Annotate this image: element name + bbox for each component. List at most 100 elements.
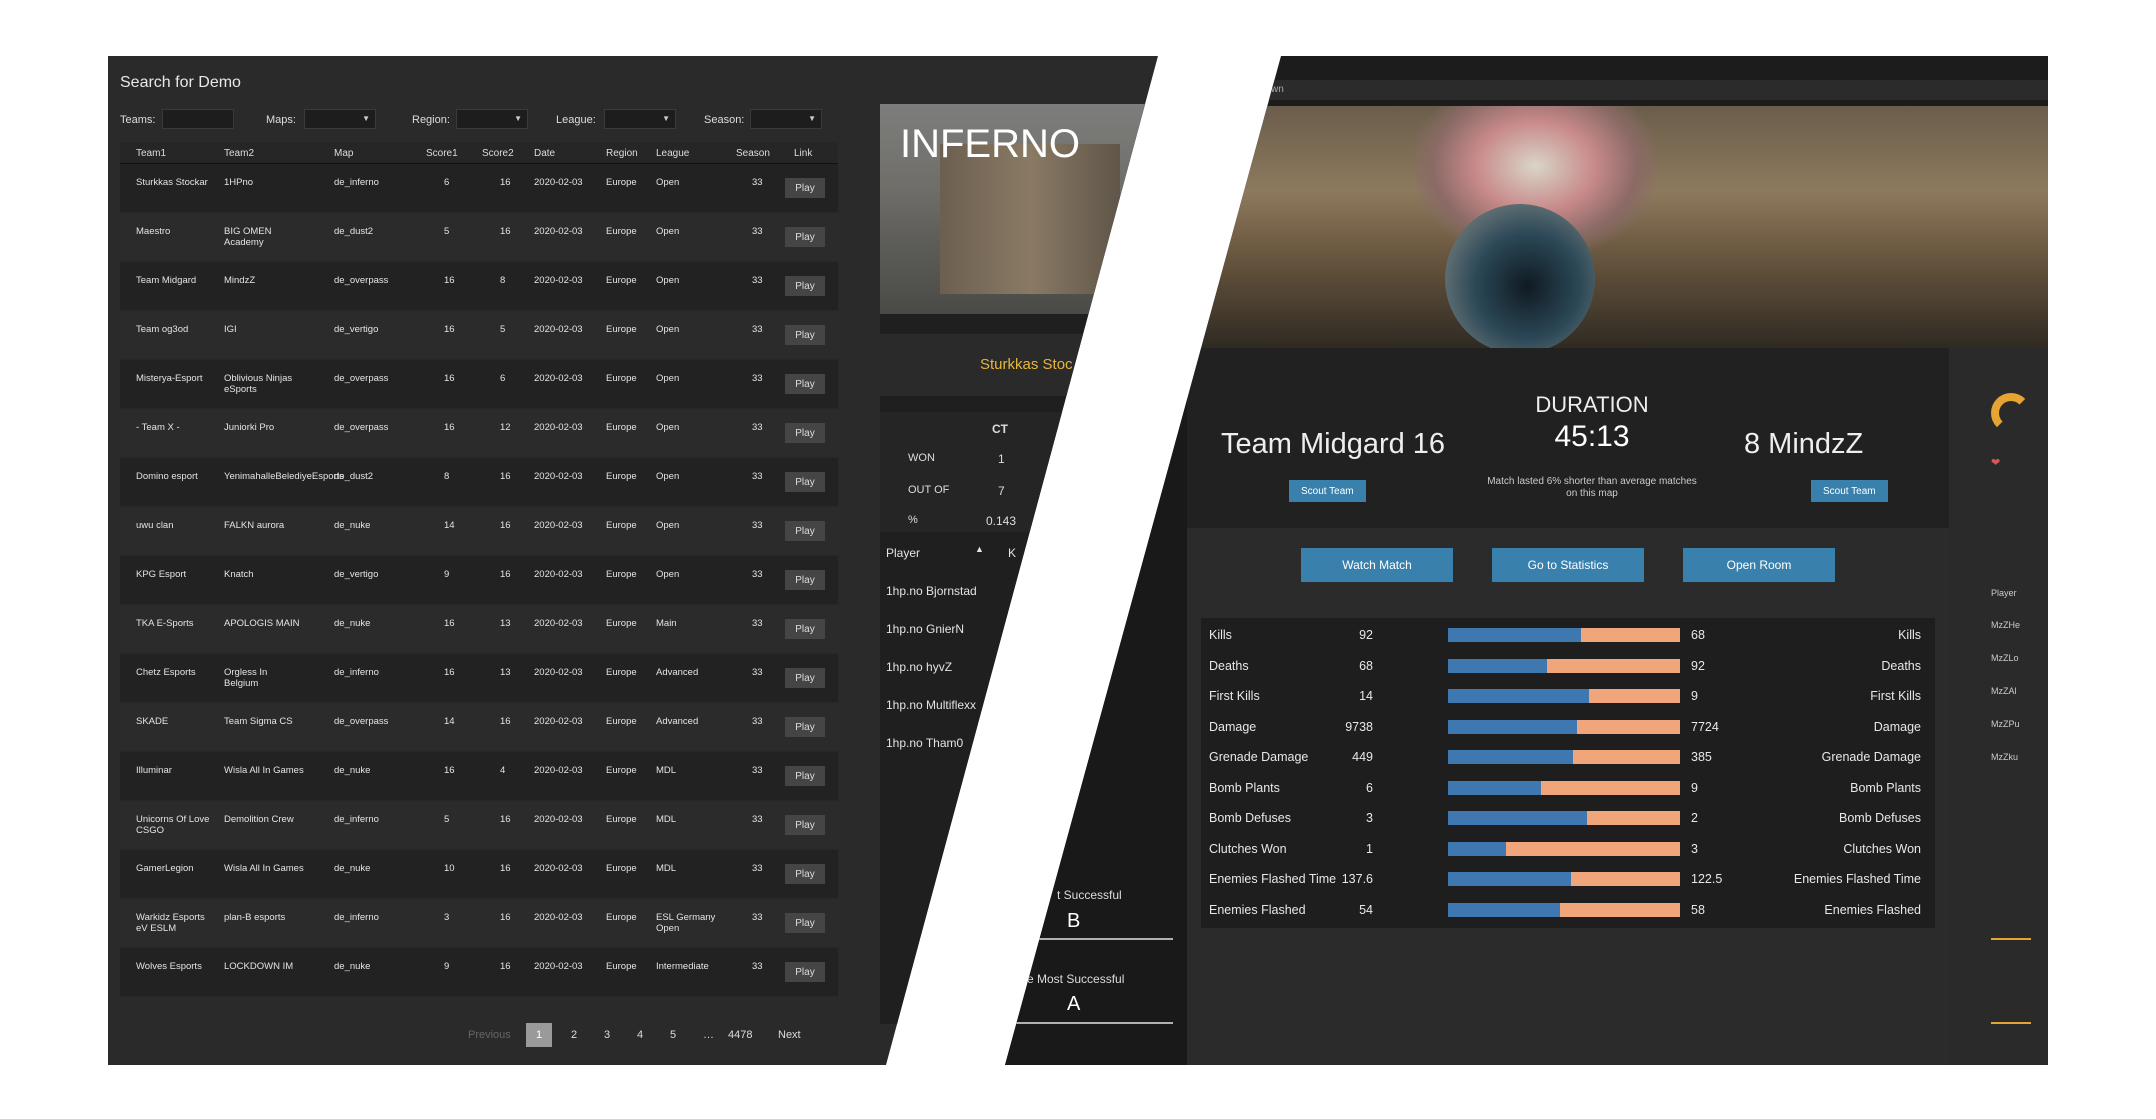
table-row[interactable]: SKADE Team Sigma CS de_overpass 14 16 2020-02… bbox=[120, 703, 838, 752]
play-button[interactable]: Play bbox=[785, 227, 825, 247]
row-date: 2020-02-03 bbox=[534, 618, 583, 629]
row-date: 2020-02-03 bbox=[534, 961, 583, 972]
table-row[interactable]: Illuminar Wisla All In Games de_nuke 16 4 202… bbox=[120, 752, 838, 801]
top-bar-text: wn bbox=[1271, 84, 1284, 95]
col-date[interactable]: Date bbox=[534, 148, 555, 159]
side-panel: ❤ Player MzZHe MzZLo MzZAl MzZPu MzZku bbox=[1949, 348, 2048, 1065]
watch-match-button[interactable]: Watch Match bbox=[1301, 548, 1453, 582]
table-row[interactable]: TKA E-Sports APOLOGIS MAIN de_nuke 16 13 2020… bbox=[120, 605, 838, 654]
play-button[interactable]: Play bbox=[785, 472, 825, 492]
maps-filter-label: Maps: bbox=[266, 114, 296, 126]
col-map[interactable]: Map bbox=[334, 148, 353, 159]
table-row[interactable]: Wolves Esports LOCKDOWN IM de_nuke 9 16 2020-… bbox=[120, 948, 838, 997]
page-1-button[interactable]: 1 bbox=[526, 1023, 553, 1047]
open-room-button[interactable]: Open Room bbox=[1683, 548, 1835, 582]
scout-team2-button[interactable]: Scout Team bbox=[1811, 480, 1888, 502]
stat-label-left: Bomb Defuses bbox=[1209, 811, 1291, 825]
col-region[interactable]: Region bbox=[606, 148, 638, 159]
row-date: 2020-02-03 bbox=[534, 471, 583, 482]
table-row[interactable]: Unicorns Of Love CSGO Demolition Crew de_i… bbox=[120, 801, 838, 850]
col-score2[interactable]: Score2 bbox=[482, 148, 514, 159]
player-header[interactable]: Player bbox=[886, 546, 920, 560]
heart-icon: ❤ bbox=[1991, 457, 2001, 469]
play-button[interactable]: Play bbox=[785, 276, 825, 296]
teams-filter-input[interactable] bbox=[162, 109, 234, 129]
page-2-button[interactable]: 2 bbox=[571, 1029, 577, 1041]
row-date: 2020-02-03 bbox=[534, 814, 583, 825]
side-player[interactable]: MzZAl bbox=[1991, 686, 2017, 696]
play-button[interactable]: Play bbox=[785, 178, 825, 198]
demo-table: Team1 Team2 Map Score1 Score2 Date Regio… bbox=[120, 142, 838, 997]
play-button[interactable]: Play bbox=[785, 619, 825, 639]
row-date: 2020-02-03 bbox=[534, 373, 583, 384]
side-player[interactable]: MzZPu bbox=[1991, 719, 2020, 729]
next-button[interactable]: Next bbox=[778, 1029, 801, 1041]
go-to-statistics-button[interactable]: Go to Statistics bbox=[1492, 548, 1644, 582]
player-row[interactable]: 1hp.no hyvZ bbox=[886, 660, 952, 674]
col-team1[interactable]: Team1 bbox=[136, 148, 166, 159]
player-row[interactable]: 1hp.no Multiflexx bbox=[886, 698, 976, 712]
row-map: de_nuke bbox=[334, 863, 371, 874]
side-player[interactable]: MzZku bbox=[1991, 752, 2018, 762]
play-button[interactable]: Play bbox=[785, 423, 825, 443]
side-player[interactable]: MzZHe bbox=[1991, 620, 2020, 630]
table-row[interactable]: Warkidz Esports eV ESLM plan-B esports de_… bbox=[120, 899, 838, 948]
page-5-button[interactable]: 5 bbox=[670, 1029, 676, 1041]
comparison-bar bbox=[1448, 750, 1680, 764]
table-row[interactable]: Maestro BIG OMEN Academy de_dust2 5 16 2020-0… bbox=[120, 213, 838, 262]
table-row[interactable]: GamerLegion Wisla All In Games de_nuke 10 16… bbox=[120, 850, 838, 899]
table-row[interactable]: KPG Esport Knatch de_vertigo 9 16 2020-02-03 E… bbox=[120, 556, 838, 605]
play-button[interactable]: Play bbox=[785, 864, 825, 884]
table-row[interactable]: - Team X - Juniorki Pro de_overpass 16 12 202… bbox=[120, 409, 838, 458]
gauge bbox=[1991, 393, 2031, 433]
play-button[interactable]: Play bbox=[785, 668, 825, 688]
table-row[interactable]: Misterya-Esport Oblivious Ninjas eSports d… bbox=[120, 360, 838, 409]
table-row[interactable]: Team Midgard MindzZ de_overpass 16 8 2020-02-… bbox=[120, 262, 838, 311]
league-filter-select[interactable]: ▼ bbox=[604, 109, 676, 129]
row-team2: Juniorki Pro bbox=[224, 422, 275, 433]
stat-label-right: Damage bbox=[1873, 719, 1921, 734]
row-team1: - Team X - bbox=[136, 422, 180, 433]
play-button[interactable]: Play bbox=[785, 374, 825, 394]
table-row[interactable]: Chetz Esports Orgless In Belgium de_infern… bbox=[120, 654, 838, 703]
player-row[interactable]: 1hp.no GnierN bbox=[886, 622, 964, 636]
row-map: de_inferno bbox=[334, 814, 379, 825]
page-3-button[interactable]: 3 bbox=[604, 1029, 610, 1041]
play-button[interactable]: Play bbox=[785, 962, 825, 982]
play-button[interactable]: Play bbox=[785, 913, 825, 933]
player-row[interactable]: 1hp.no Bjornstad bbox=[886, 584, 977, 598]
player-row[interactable]: 1hp.no Tham0 bbox=[886, 736, 963, 750]
row-date: 2020-02-03 bbox=[534, 422, 583, 433]
col-team2[interactable]: Team2 bbox=[224, 148, 254, 159]
col-score1[interactable]: Score1 bbox=[426, 148, 458, 159]
k-header[interactable]: K bbox=[1008, 546, 1016, 560]
scout-team1-button[interactable]: Scout Team bbox=[1289, 480, 1366, 502]
stat-label-left: Grenade Damage bbox=[1209, 750, 1309, 764]
team1-stat-value: 54 bbox=[1359, 902, 1373, 917]
stat-label-right: Deaths bbox=[1881, 658, 1921, 673]
play-button[interactable]: Play bbox=[785, 717, 825, 737]
table-row[interactable]: Domino esport YenimahalleBelediyeEsports d… bbox=[120, 458, 838, 507]
row-map: de_vertigo bbox=[334, 324, 379, 335]
table-row[interactable]: Team og3od IGI de_vertigo 16 5 2020-02-03 Euro… bbox=[120, 311, 838, 360]
row-league: Main bbox=[656, 618, 677, 629]
play-button[interactable]: Play bbox=[785, 815, 825, 835]
comparison-bar bbox=[1448, 902, 1680, 917]
season-filter-select[interactable]: ▼ bbox=[750, 109, 822, 129]
play-button[interactable]: Play bbox=[785, 325, 825, 345]
page-last-button[interactable]: 4478 bbox=[728, 1029, 752, 1041]
region-filter-select[interactable]: ▼ bbox=[456, 109, 528, 129]
side-player[interactable]: MzZLo bbox=[1991, 653, 2019, 663]
table-row[interactable]: uwu clan FALKN aurora de_nuke 14 16 2020-02-0… bbox=[120, 507, 838, 556]
maps-filter-select[interactable]: ▼ bbox=[304, 109, 376, 129]
league-filter-label: League: bbox=[556, 114, 596, 126]
stat-label-left: Damage bbox=[1209, 719, 1257, 734]
previous-button[interactable]: Previous bbox=[468, 1029, 511, 1041]
table-row[interactable]: Sturkkas Stockar 1HPno de_inferno 6 16 2020-0… bbox=[120, 164, 838, 213]
play-button[interactable]: Play bbox=[785, 521, 825, 541]
play-button[interactable]: Play bbox=[785, 766, 825, 786]
page-4-button[interactable]: 4 bbox=[637, 1029, 643, 1041]
col-league[interactable]: League bbox=[656, 148, 689, 159]
play-button[interactable]: Play bbox=[785, 570, 825, 590]
col-season[interactable]: Season bbox=[736, 148, 770, 159]
